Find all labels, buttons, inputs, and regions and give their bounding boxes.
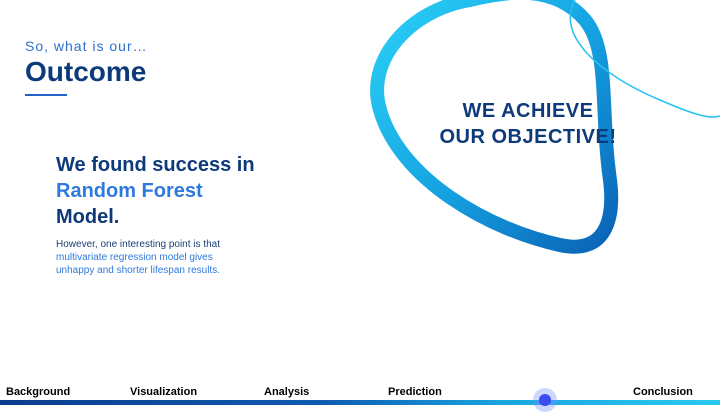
section-kicker: So, what is our… — [25, 38, 148, 54]
body-suffix: unhappy and shorter lifespan results. — [56, 265, 220, 276]
page-title: Outcome — [25, 56, 147, 87]
headline-line-3: Model. — [56, 206, 120, 228]
body-prefix: However, one interesting point is that — [56, 239, 220, 250]
nav-item-conclusion[interactable]: Conclusion — [633, 386, 693, 398]
title-underline — [25, 94, 67, 96]
headline: We found success in Random Forest Model. — [56, 152, 316, 230]
nav-item-analysis[interactable]: Analysis — [264, 386, 309, 398]
nav-item-prediction[interactable]: Prediction — [388, 386, 442, 398]
body-paragraph: However, one interesting point is that m… — [56, 238, 296, 277]
nav-item-background[interactable]: Background — [6, 386, 70, 398]
callout-line-2: OUR OBJECTIVE! — [439, 126, 617, 148]
current-position-indicator — [539, 394, 551, 406]
headline-line-1: We found success in — [56, 154, 255, 176]
body-accent: multivariate regression model gives — [56, 252, 213, 263]
nav-progress-bar — [0, 400, 720, 405]
callout-line-1: WE ACHIEVE — [462, 100, 594, 122]
objective-callout: WE ACHIEVE OUR OBJECTIVE! — [418, 98, 638, 150]
nav-item-visualization[interactable]: Visualization — [130, 386, 197, 398]
headline-accent: Random Forest — [56, 180, 203, 202]
